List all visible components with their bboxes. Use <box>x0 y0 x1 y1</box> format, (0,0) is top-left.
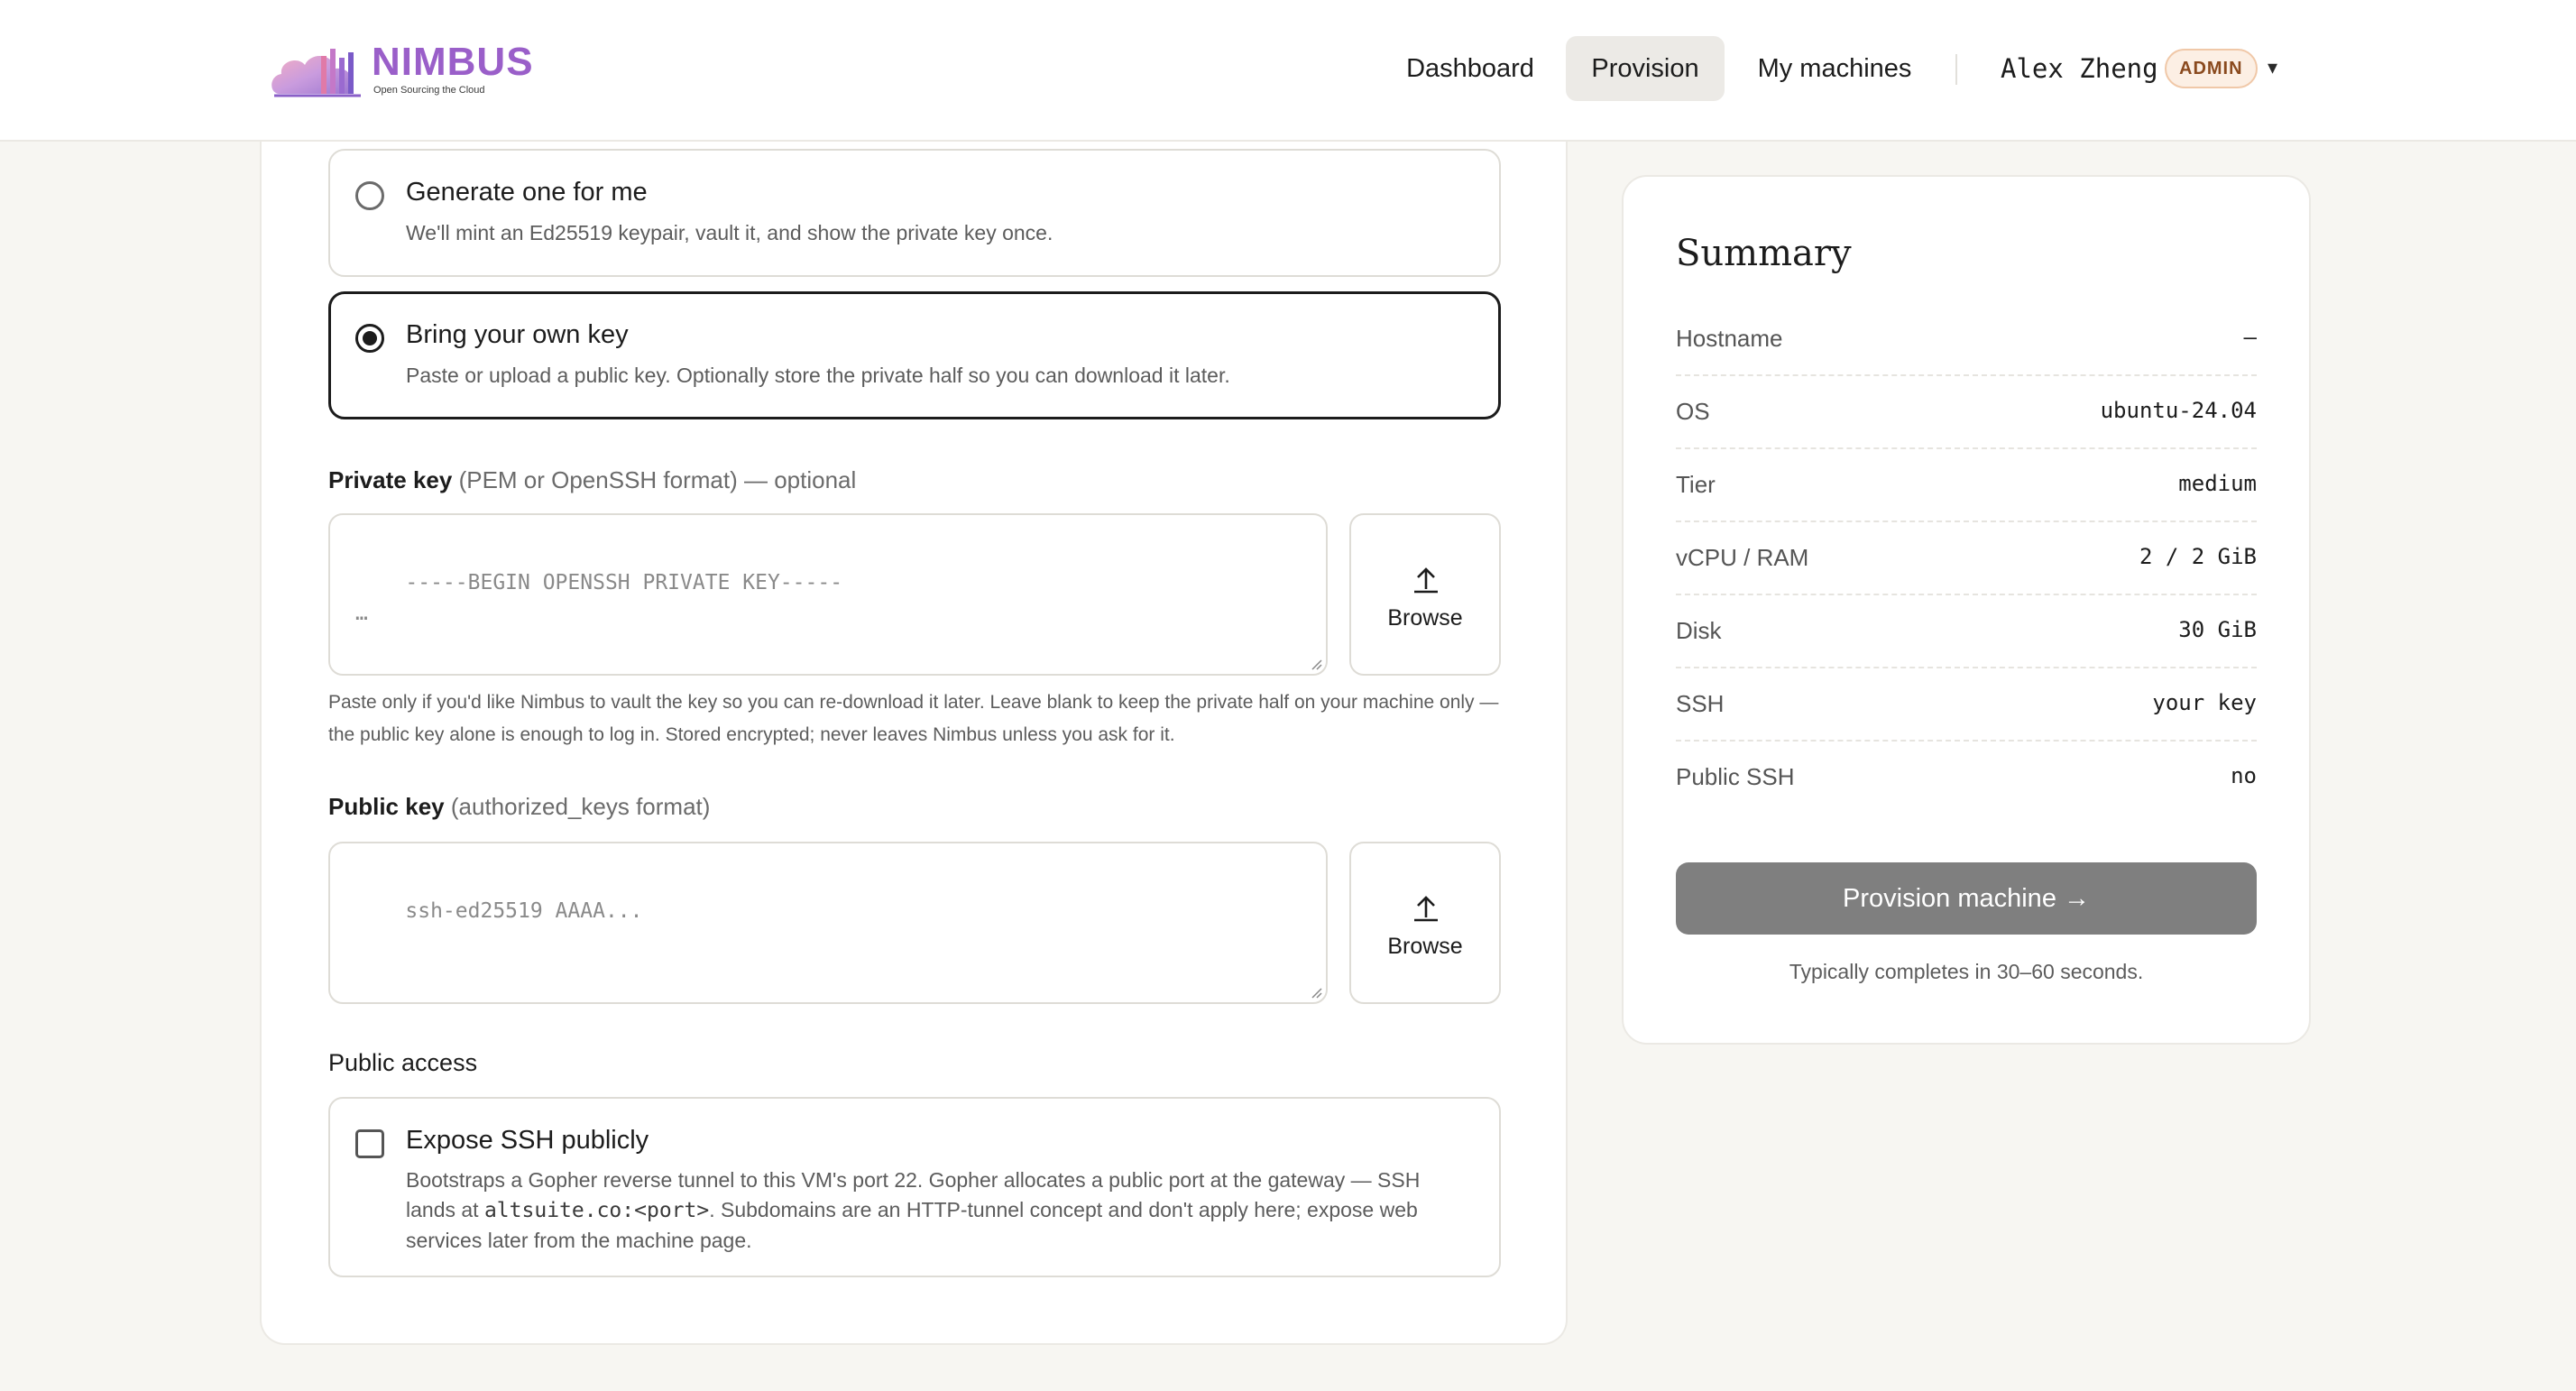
summary-key: vCPU / RAM <box>1676 544 1809 571</box>
cloud-logo-icon <box>271 49 361 97</box>
summary-value: 2 / 2 GiB <box>2139 544 2257 569</box>
private-key-label-text: Private key <box>328 466 453 493</box>
public-key-hint: (authorized_keys format) <box>450 793 711 820</box>
summary-key: Disk <box>1676 617 1722 644</box>
summary-row-tier: Tier medium <box>1676 449 2257 522</box>
summary-value: ubuntu-24.04 <box>2100 398 2257 423</box>
summary-row-os: OS ubuntu-24.04 <box>1676 376 2257 449</box>
provision-time-note: Typically completes in 30–60 seconds. <box>1789 960 2144 983</box>
summary-value: medium <box>2178 471 2257 496</box>
public-key-placeholder: ssh-ed25519 AAAA... <box>405 899 643 923</box>
public-key-textarea[interactable]: ssh-ed25519 AAAA... <box>328 842 1328 1004</box>
private-key-textarea[interactable]: -----BEGIN OPENSSH PRIVATE KEY----- … <box>328 513 1328 676</box>
summary-title: Summary <box>1676 233 1852 274</box>
expose-ssh-option[interactable]: Expose SSH publicly Bootstraps a Gopher … <box>328 1097 1501 1277</box>
ssh-key-form-card: Generate one for me We'll mint an Ed2551… <box>260 142 1568 1345</box>
public-access-heading: Public access <box>328 1049 478 1076</box>
nimbus-logo[interactable]: NIMBUS Open Sourcing the Cloud <box>267 36 533 103</box>
expose-ssh-checkbox[interactable] <box>355 1129 384 1158</box>
logo-wordmark: NIMBUS <box>372 40 534 84</box>
resize-grip-icon[interactable] <box>1308 984 1322 999</box>
summary-row-disk: Disk 30 GiB <box>1676 595 2257 668</box>
resize-grip-icon[interactable] <box>1308 656 1322 670</box>
summary-key: Tier <box>1676 471 1716 498</box>
private-key-label: Private key (PEM or OpenSSH format) — op… <box>328 466 856 494</box>
upload-icon <box>1414 896 1438 922</box>
public-key-browse-button[interactable]: Browse <box>1349 842 1501 1004</box>
nav-dashboard[interactable]: Dashboard <box>1389 36 1551 101</box>
logo-tagline: Open Sourcing the Cloud <box>373 85 485 96</box>
summary-row-hostname: Hostname – <box>1676 303 2257 376</box>
option-title: Bring your own key <box>406 320 629 349</box>
gateway-address-code: altsuite.co:<port> <box>483 1199 710 1222</box>
browse-label: Browse <box>1387 934 1463 959</box>
summary-key: OS <box>1676 398 1710 425</box>
radio-bring-own-key[interactable] <box>355 324 384 353</box>
expose-ssh-description: Bootstraps a Gopher reverse tunnel to th… <box>406 1165 1470 1256</box>
summary-key: Hostname <box>1676 325 1783 352</box>
option-description: We'll mint an Ed25519 keypair, vault it,… <box>406 221 1053 244</box>
private-key-help-text: Paste only if you'd like Nimbus to vault… <box>328 692 1499 745</box>
top-header: NIMBUS Open Sourcing the Cloud Dashboard… <box>0 0 2576 142</box>
upload-icon <box>1414 567 1438 594</box>
admin-badge: ADMIN <box>2165 49 2258 88</box>
summary-value: no <box>2231 763 2257 788</box>
summary-value: – <box>2243 325 2257 350</box>
nav-provision[interactable]: Provision <box>1566 36 1725 101</box>
summary-row-public-ssh: Public SSH no <box>1676 742 2257 815</box>
summary-value: your key <box>2152 690 2257 715</box>
nav-my-machines[interactable]: My machines <box>1744 36 1925 101</box>
radio-generate-key[interactable] <box>355 181 384 210</box>
private-key-hint: (PEM or OpenSSH format) — optional <box>458 466 857 493</box>
option-title: Generate one for me <box>406 178 648 207</box>
option-description: Paste or upload a public key. Optionally… <box>406 364 1230 387</box>
summary-value: 30 GiB <box>2178 617 2257 642</box>
user-name[interactable]: Alex Zheng <box>2001 36 2158 101</box>
private-key-placeholder: -----BEGIN OPENSSH PRIVATE KEY----- … <box>355 571 843 625</box>
option-bring-own-key[interactable]: Bring your own key Paste or upload a pub… <box>328 291 1501 419</box>
option-generate-key[interactable]: Generate one for me We'll mint an Ed2551… <box>328 149 1501 277</box>
user-menu-caret-icon[interactable]: ▾ <box>2268 56 2277 79</box>
summary-row-ssh: SSH your key <box>1676 668 2257 742</box>
public-key-label-text: Public key <box>328 793 445 820</box>
expose-ssh-title: Expose SSH publicly <box>406 1126 649 1155</box>
private-key-browse-button[interactable]: Browse <box>1349 513 1501 676</box>
browse-label: Browse <box>1387 605 1463 631</box>
public-key-label: Public key (authorized_keys format) <box>328 793 710 821</box>
summary-key: SSH <box>1676 690 1725 717</box>
summary-row-vcpu-ram: vCPU / RAM 2 / 2 GiB <box>1676 522 2257 595</box>
summary-key: Public SSH <box>1676 763 1795 790</box>
provision-machine-button[interactable]: Provision machine → <box>1676 862 2257 935</box>
nav-divider <box>1955 54 1957 85</box>
summary-card: Summary Hostname – OS ubuntu-24.04 Tier … <box>1622 175 2311 1045</box>
